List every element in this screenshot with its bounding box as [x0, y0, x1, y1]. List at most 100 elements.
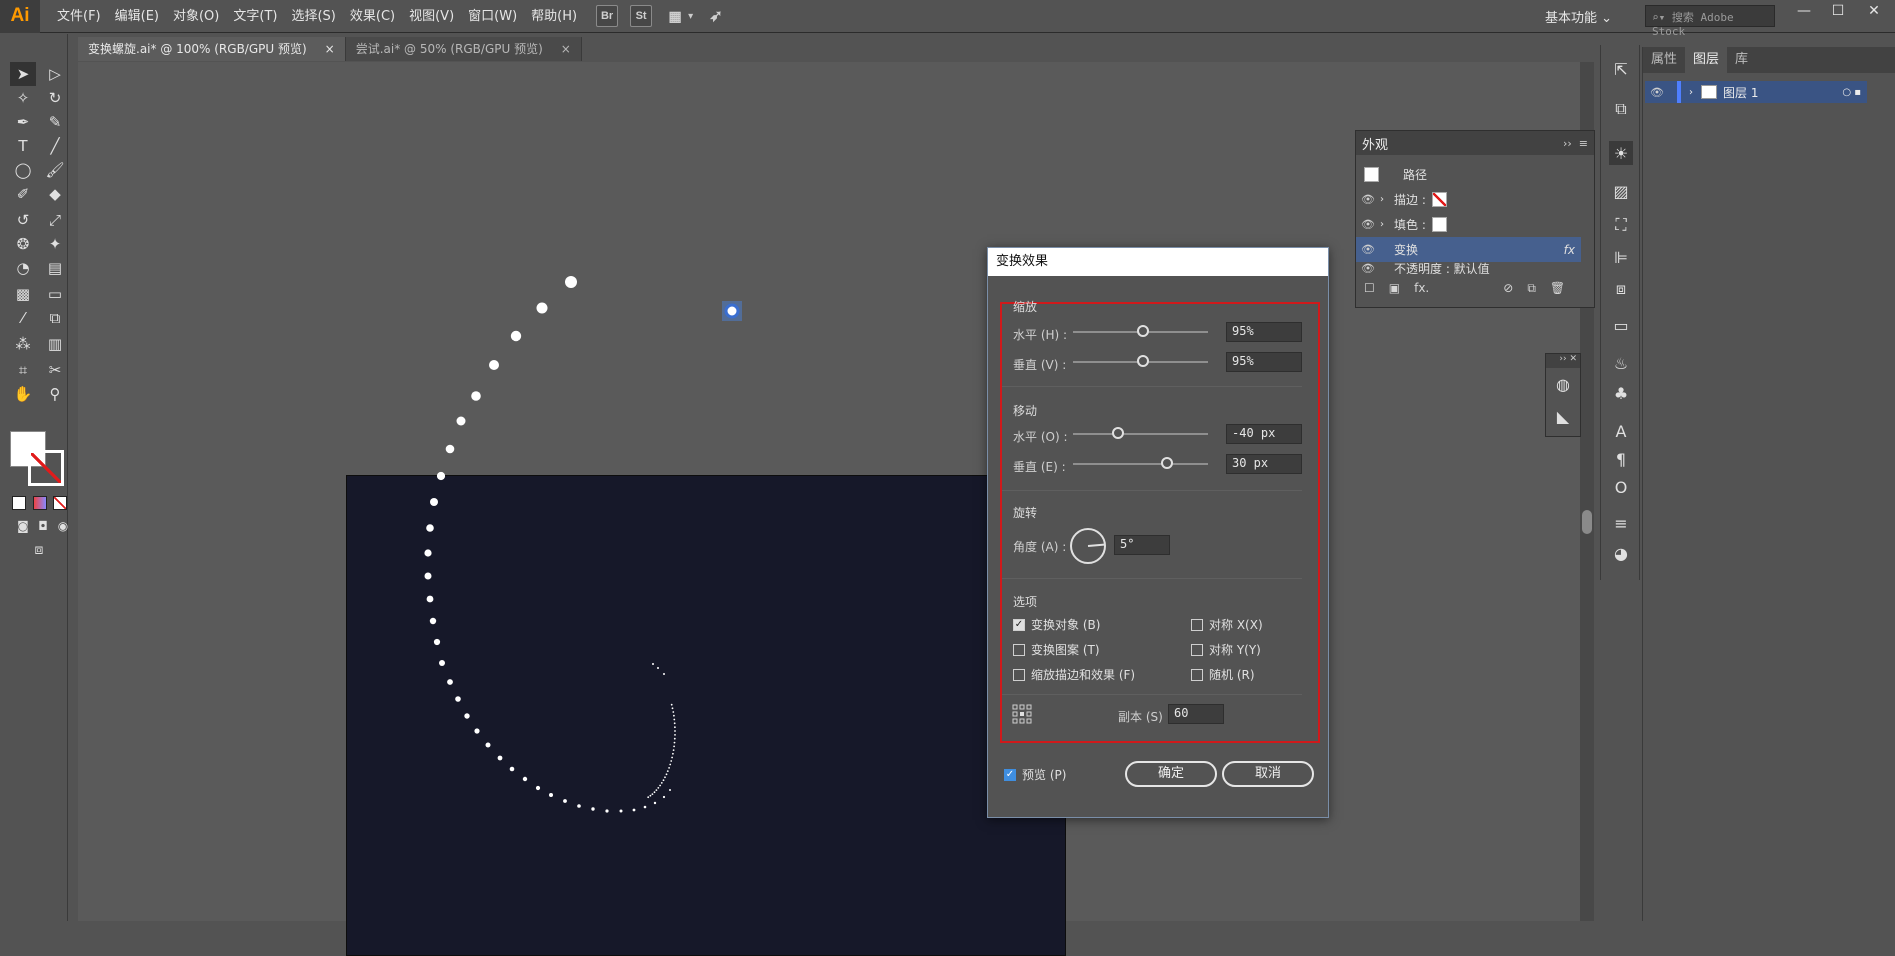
selection-tool-icon[interactable]: ➤	[10, 62, 36, 86]
ellipse-tool-icon[interactable]: ◯	[10, 158, 36, 182]
eye-icon[interactable]: 👁	[1356, 218, 1380, 231]
bridge-button[interactable]: Br	[596, 5, 619, 27]
minimize-button[interactable]: —	[1788, 0, 1820, 22]
delete-icon[interactable]: 🗑	[1550, 281, 1565, 295]
preview-checkbox[interactable]: ✓ 预览 (P)	[1004, 766, 1066, 783]
angle-field[interactable]: 5°	[1114, 535, 1170, 555]
mini-panel-header[interactable]: ›› ✕	[1546, 354, 1580, 368]
eraser-tool-icon[interactable]: ◆	[42, 182, 68, 206]
appearance-row-transform[interactable]: 👁 变换 fx	[1356, 237, 1581, 262]
align-icon[interactable]: ⊫	[1609, 245, 1633, 269]
scale-v-knob[interactable]	[1137, 355, 1149, 367]
cancel-button[interactable]: 取消	[1222, 761, 1314, 787]
menu-edit[interactable]: 编辑(E)	[108, 0, 166, 33]
appearance-row-path[interactable]: 路径	[1356, 162, 1581, 187]
puppet-warp-tool-icon[interactable]: ✦	[42, 232, 68, 256]
appearance-row-opacity[interactable]: 👁 不透明度 : 默认值	[1356, 262, 1581, 274]
color-mode-button[interactable]	[12, 496, 26, 510]
row-label[interactable]: 变换	[1394, 241, 1564, 258]
fill-swatch[interactable]	[1431, 217, 1447, 232]
gpu-performance-icon[interactable]: ➶	[705, 5, 727, 27]
clear-appearance-icon[interactable]: ⊘	[1503, 281, 1513, 295]
brushes-icon[interactable]: ◍	[1546, 368, 1580, 400]
stroke-color-swatch[interactable]	[28, 450, 64, 486]
shaper-tool-icon[interactable]: ✐	[10, 182, 36, 206]
column-graph-tool-icon[interactable]: ▥	[42, 332, 68, 356]
stock-search-input[interactable]: ⌕▾ 搜索 Adobe Stock	[1645, 5, 1775, 38]
symbols-icon[interactable]: ♣	[1609, 381, 1633, 405]
scale-h-knob[interactable]	[1137, 325, 1149, 337]
mesh-tool-icon[interactable]: ▩	[10, 282, 36, 306]
chevron-down-icon[interactable]: ▾	[688, 11, 693, 22]
scale-h-field[interactable]: 95%	[1226, 322, 1302, 342]
move-h-knob[interactable]	[1112, 427, 1124, 439]
zoom-tool-icon[interactable]: ⚲	[42, 382, 68, 406]
screen-mode-icon[interactable]: ⧈	[26, 538, 52, 562]
menu-type[interactable]: 文字(T)	[226, 0, 284, 33]
appearance-title[interactable]: 外观	[1362, 134, 1388, 153]
workspace-switcher[interactable]: 基本功能 ⌄	[1545, 7, 1612, 26]
opentype-icon[interactable]: O	[1609, 475, 1633, 499]
tab-document-2[interactable]: 尝试.ai* @ 50% (RGB/GPU 预览) ×	[345, 37, 582, 61]
graphic-styles-icon[interactable]: ◣	[1546, 400, 1580, 432]
menu-window[interactable]: 窗口(W)	[461, 0, 524, 33]
draw-inside-icon[interactable]: ◉	[50, 514, 76, 538]
gradient-tool-icon[interactable]: ▭	[42, 282, 68, 306]
reflect-y-checkbox[interactable]: 对称 Y(Y)	[1191, 641, 1261, 658]
reference-point-icon[interactable]	[1012, 704, 1032, 724]
move-v-knob[interactable]	[1161, 457, 1173, 469]
slice-tool-icon[interactable]: ✂	[42, 358, 68, 382]
paintbrush-tool-icon[interactable]: 🖌	[42, 158, 68, 182]
direct-selection-tool-icon[interactable]: ▷	[42, 62, 68, 86]
menu-file[interactable]: 文件(F)	[50, 0, 108, 33]
scale-strokes-checkbox[interactable]: 缩放描边和效果 (F)	[1013, 666, 1135, 683]
target-icon[interactable]: ○ ▪	[1842, 87, 1861, 98]
transform-patterns-checkbox[interactable]: 变换图案 (T)	[1013, 641, 1100, 658]
menu-select[interactable]: 选择(S)	[284, 0, 342, 33]
transparency-icon[interactable]: ▨	[1609, 179, 1633, 203]
ok-button[interactable]: 确定	[1125, 761, 1217, 787]
line-tool-icon[interactable]: ╱	[42, 134, 68, 158]
type-tool-icon[interactable]: T	[10, 134, 36, 158]
close-icon[interactable]: ×	[561, 37, 571, 61]
arrange-documents-icon[interactable]: ▦	[664, 5, 686, 27]
copies-field[interactable]: 60	[1168, 704, 1224, 724]
panel-menu-icon[interactable]: ›› ≡	[1563, 137, 1588, 150]
gradient-icon[interactable]: ▭	[1609, 313, 1633, 337]
duplicate-item-icon[interactable]: ⧉	[1527, 281, 1536, 296]
magic-wand-tool-icon[interactable]: ✧	[10, 86, 36, 110]
eye-icon[interactable]: 👁	[1356, 243, 1380, 256]
export-icon[interactable]: ⇱	[1609, 57, 1633, 81]
chevron-right-icon[interactable]: ›	[1380, 219, 1394, 230]
menu-effect[interactable]: 效果(C)	[343, 0, 402, 33]
transform-icon[interactable]: ⛶	[1609, 213, 1633, 237]
tab-libraries[interactable]: 库	[1727, 47, 1756, 73]
angle-dial-icon[interactable]	[1068, 526, 1108, 566]
move-v-slider[interactable]	[1073, 463, 1208, 465]
lasso-tool-icon[interactable]: ↻	[42, 86, 68, 110]
transform-objects-checkbox[interactable]: ✓ 变换对象 (B)	[1013, 616, 1100, 633]
move-h-slider[interactable]	[1073, 433, 1208, 435]
brushes-panel-icon[interactable]: ♨	[1609, 351, 1633, 375]
artboard-tool-icon[interactable]: ⌗	[10, 358, 36, 382]
appearance-row-stroke[interactable]: 👁 › 描边 :	[1356, 187, 1581, 212]
color-guide-icon[interactable]: ◕	[1609, 541, 1633, 565]
scale-v-field[interactable]: 95%	[1226, 352, 1302, 372]
blend-tool-icon[interactable]: ⧉	[42, 306, 68, 330]
add-effect-icon[interactable]: fx.	[1414, 281, 1429, 295]
chevron-right-icon[interactable]: ›	[1689, 87, 1693, 98]
stroke-swatch[interactable]	[1431, 192, 1447, 207]
eye-icon[interactable]: 👁	[1645, 86, 1669, 99]
reflect-x-checkbox[interactable]: 对称 X(X)	[1191, 616, 1263, 633]
warp-tool-icon[interactable]: ❂	[10, 232, 36, 256]
chevron-right-icon[interactable]: ›	[1380, 194, 1394, 205]
add-stroke-icon[interactable]: ☐	[1364, 281, 1375, 295]
artboards-icon[interactable]: ⧉	[1609, 97, 1633, 121]
character-icon[interactable]: A	[1609, 419, 1633, 443]
symbol-sprayer-tool-icon[interactable]: ⁂	[10, 332, 36, 356]
tab-properties[interactable]: 属性	[1643, 47, 1685, 73]
scale-tool-icon[interactable]: ⤢	[42, 208, 68, 232]
eye-icon[interactable]: 👁	[1356, 193, 1380, 206]
perspective-grid-tool-icon[interactable]: ▤	[42, 256, 68, 280]
tab-layers[interactable]: 图层	[1685, 47, 1728, 73]
